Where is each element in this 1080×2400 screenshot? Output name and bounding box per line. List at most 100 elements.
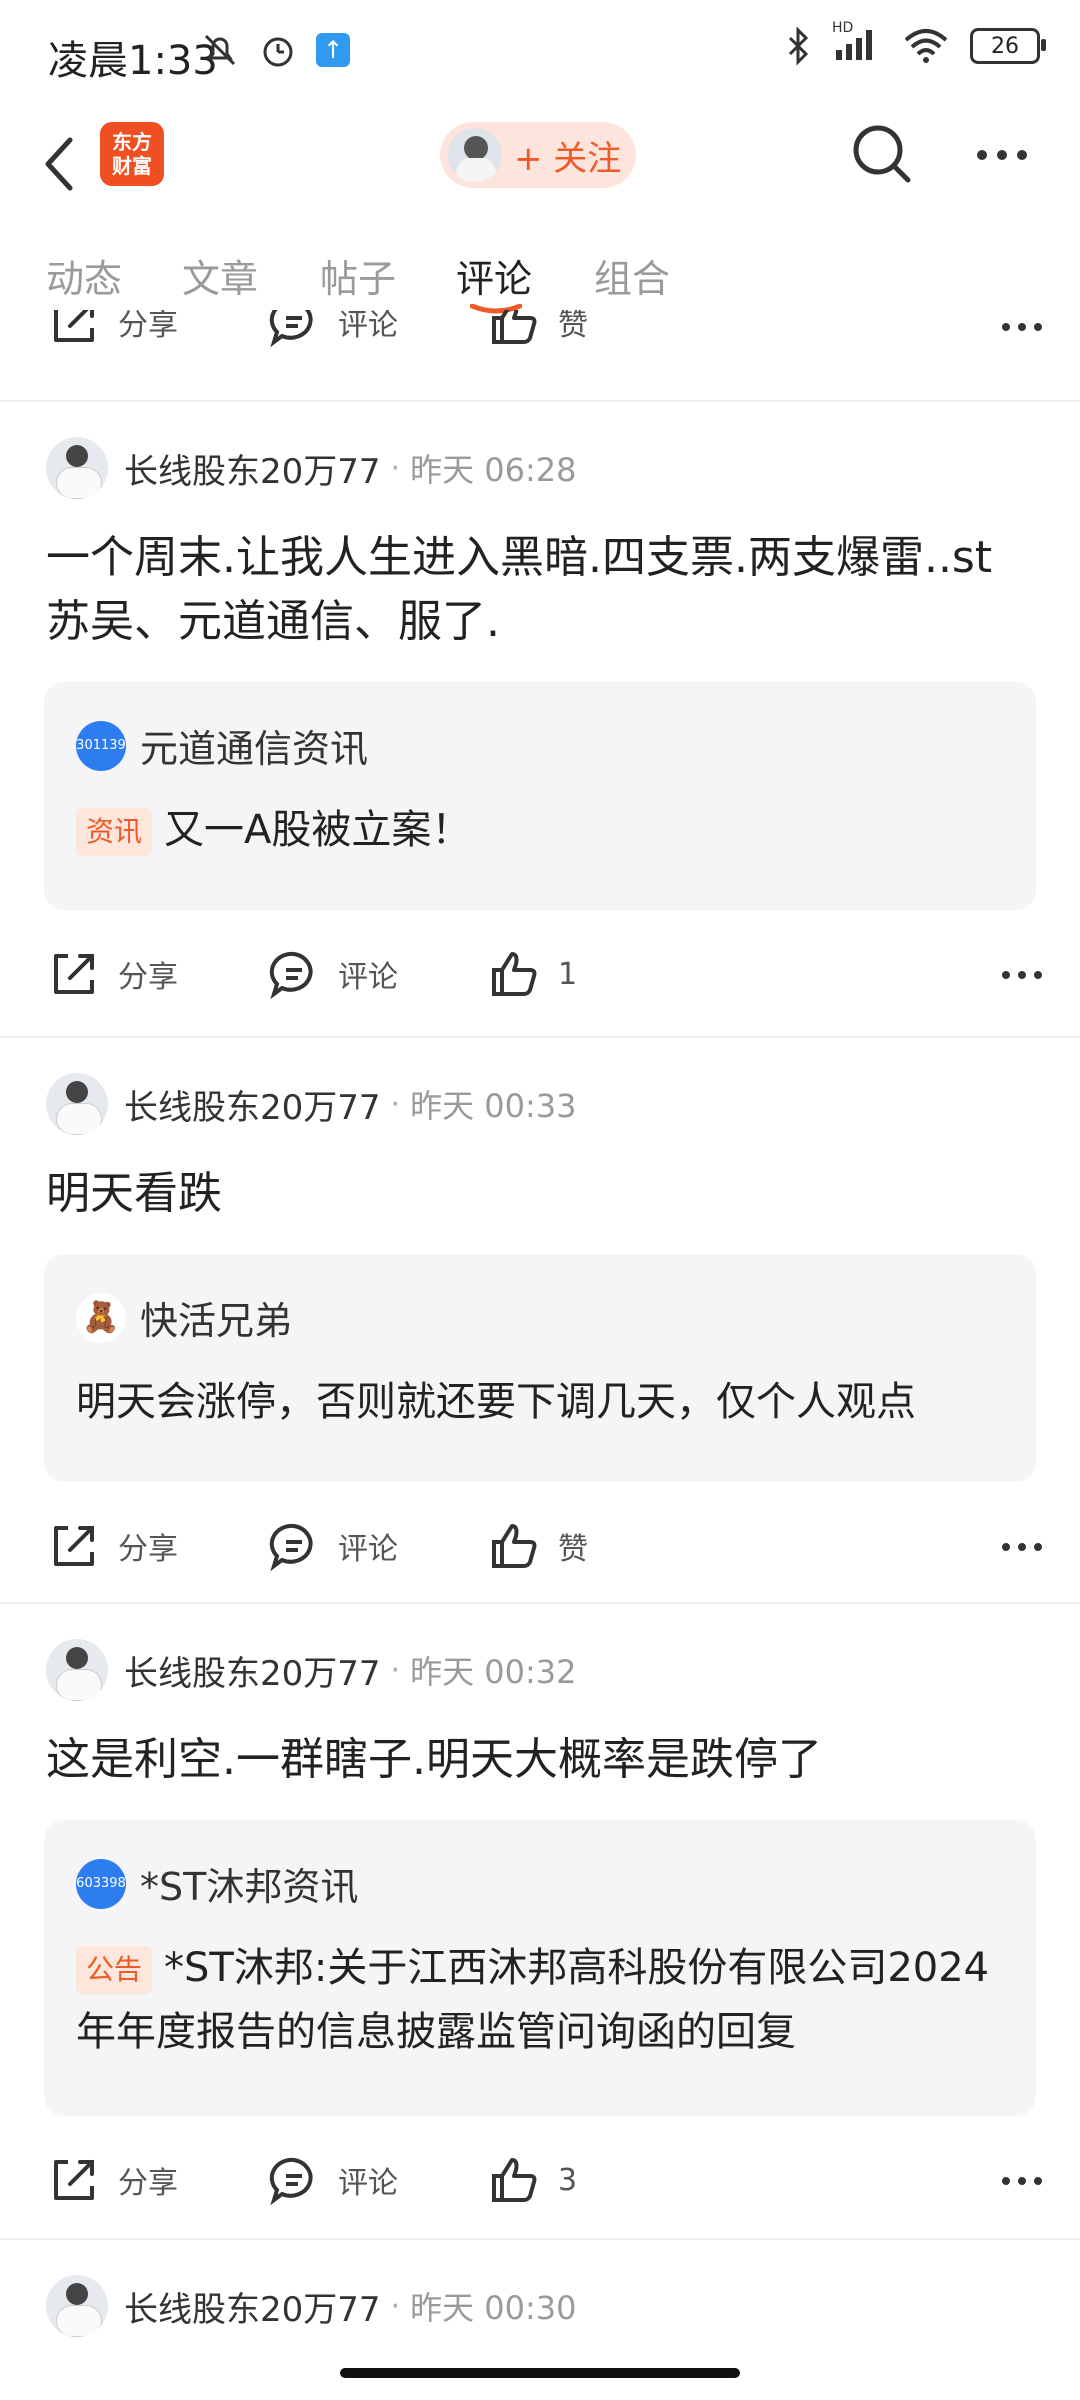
follow-button[interactable]: + 关注 [440, 122, 636, 188]
avatar[interactable] [46, 2275, 108, 2337]
post-header: 长线股东20万77 · 昨天 00:30 [46, 2274, 576, 2338]
battery-level: 26 [991, 33, 1019, 59]
logo-line1: 东方 [112, 130, 152, 154]
post-time: 昨天 00:33 [410, 1087, 577, 1125]
share-button[interactable]: 分享 [48, 948, 178, 1000]
comment-icon [269, 951, 313, 1000]
post-header: 长线股东20万77 · 昨天 06:28 [46, 436, 576, 500]
mute-bell-icon [204, 34, 236, 66]
comment-label: 评论 [338, 960, 398, 995]
status-bar: 凌晨1:33 ↑ HD 26 [0, 0, 1080, 100]
quoted-card[interactable]: 🧸 快活兄弟 明天会涨停，否则就还要下调几天，仅个人观点 [44, 1254, 1036, 1482]
more-dots-icon[interactable] [1000, 2174, 1044, 2188]
share-label: 分享 [118, 2166, 178, 2201]
avatar[interactable] [46, 437, 108, 499]
like-count: 3 [558, 2162, 578, 2198]
separator-dot: · [390, 1652, 401, 1688]
like-label: 赞 [558, 1532, 588, 1567]
comment-label: 评论 [338, 1532, 398, 1567]
back-arrow-icon [45, 137, 73, 191]
post-actions: 分享 评论 1 [0, 948, 1080, 1028]
status-left-icons: ↑ [200, 30, 350, 70]
like-button[interactable]: 赞 [488, 1520, 588, 1572]
post-time: 昨天 06:28 [410, 451, 577, 489]
comment-icon [269, 310, 313, 348]
tab-activity[interactable]: 动态 [46, 248, 122, 303]
comment-label: 评论 [338, 310, 398, 343]
top-nav-bar: 东方 财富 + 关注 [0, 110, 1080, 230]
home-indicator[interactable] [340, 2368, 740, 2378]
avatar[interactable] [46, 1073, 108, 1135]
app-logo[interactable]: 东方 财富 [100, 122, 164, 186]
share-label: 分享 [118, 960, 178, 995]
back-button[interactable] [40, 130, 90, 210]
comment-label: 评论 [338, 2166, 398, 2201]
comment-post[interactable]: 长线股东20万77 · 昨天 06:28 一个周末.让我人生进入黑暗.四支票.两… [0, 436, 1080, 1036]
post-text[interactable]: 一个周末.让我人生进入黑暗.四支票.两支爆雷..st苏吴、元道通信、服了. [46, 526, 1036, 654]
share-icon [54, 310, 94, 342]
share-button[interactable]: 分享 [48, 310, 178, 348]
upload-app-icon: ↑ [316, 33, 350, 67]
comment-post[interactable]: 长线股东20万77 · 昨天 00:30 [0, 2274, 1080, 2374]
card-header: 603398 *ST沐邦资讯 [76, 1856, 358, 1911]
comment-button[interactable]: 评论 [268, 948, 398, 1000]
wifi-icon [904, 29, 948, 63]
post-text[interactable]: 这是利空.一群瞎子.明天大概率是跌停了 [46, 1728, 1036, 1792]
more-dots-icon[interactable] [1000, 1540, 1044, 1554]
signal-icon: HD [832, 20, 882, 66]
more-options-button[interactable] [972, 130, 1032, 180]
share-icon [54, 1526, 94, 1566]
stock-badge: 603398 [76, 1858, 126, 1909]
profile-tabs: 动态 文章 帖子 评论 组合 [0, 240, 1080, 320]
like-button[interactable]: 3 [488, 2154, 577, 2206]
separator-dot: · [390, 2288, 401, 2324]
card-body-text: *ST沐邦:关于江西沐邦高科股份有限公司2024年年度报告的信息披露监管问询函的… [76, 1945, 990, 2055]
comment-icon [269, 2157, 313, 2206]
comment-post[interactable]: 长线股东20万77 · 昨天 00:32 这是利空.一群瞎子.明天大概率是跌停了… [0, 1638, 1080, 2238]
comment-button[interactable]: 评论 [268, 2154, 398, 2206]
more-dots-icon[interactable] [1000, 968, 1044, 982]
thumbs-up-icon [492, 2158, 537, 2202]
status-right-icons: HD 26 [784, 20, 1046, 66]
post-actions: 分享 评论 3 [0, 2154, 1080, 2234]
hd-label: HD [832, 20, 854, 36]
comment-button[interactable]: 评论 [268, 1520, 398, 1572]
share-button[interactable]: 分享 [48, 2154, 178, 2206]
author-name[interactable]: 长线股东20万77 [124, 1646, 381, 1695]
share-icon [54, 2160, 94, 2200]
thumbs-up-icon [492, 310, 537, 344]
follow-label: + 关注 [514, 138, 622, 179]
more-dots-icon[interactable] [1000, 320, 1044, 334]
avatar[interactable] [46, 1639, 108, 1701]
card-body: 公告 *ST沐邦:关于江西沐邦高科股份有限公司2024年年度报告的信息披露监管问询… [76, 1936, 1006, 2064]
search-button[interactable] [850, 122, 914, 186]
post-text[interactable]: 明天看跌 [46, 1162, 1036, 1226]
like-button[interactable]: 1 [488, 948, 577, 1000]
comment-icon [269, 1523, 313, 1572]
quoted-card[interactable]: 603398 *ST沐邦资讯 公告 *ST沐邦:关于江西沐邦高科股份有限公司202… [44, 1820, 1036, 2116]
tab-posts[interactable]: 帖子 [320, 248, 396, 303]
status-time: 凌晨1:33 [48, 38, 218, 84]
divider [0, 1036, 1080, 1038]
quoted-card[interactable]: 301139 元道通信资讯 资讯 又一A股被立案！ [44, 682, 1036, 910]
divider [0, 2238, 1080, 2240]
share-button[interactable]: 分享 [48, 1520, 178, 1572]
comment-post[interactable]: 长线股东20万77 · 昨天 00:33 明天看跌 🧸 快活兄弟 明天会涨停，否… [0, 1072, 1080, 1602]
logo-line2: 财富 [112, 154, 152, 178]
stock-badge: 301139 [76, 720, 126, 771]
author-name[interactable]: 长线股东20万77 [124, 2282, 381, 2331]
like-button[interactable]: 赞 [488, 310, 588, 348]
like-label: 赞 [558, 310, 588, 343]
tab-portfolio[interactable]: 组合 [594, 248, 670, 303]
card-title: 快活兄弟 [140, 1299, 293, 1343]
card-body: 资讯 又一A股被立案！ [76, 798, 1006, 862]
tab-articles[interactable]: 文章 [182, 248, 258, 303]
comment-button[interactable]: 评论 [268, 310, 398, 348]
tab-comments[interactable]: 评论 [456, 248, 532, 303]
announcement-tag: 公告 [76, 1946, 153, 1994]
like-count: 1 [558, 956, 578, 992]
author-name[interactable]: 长线股东20万77 [124, 1080, 381, 1129]
more-dots-icon [977, 150, 1027, 160]
share-icon [54, 954, 94, 994]
author-name[interactable]: 长线股东20万77 [124, 444, 381, 493]
